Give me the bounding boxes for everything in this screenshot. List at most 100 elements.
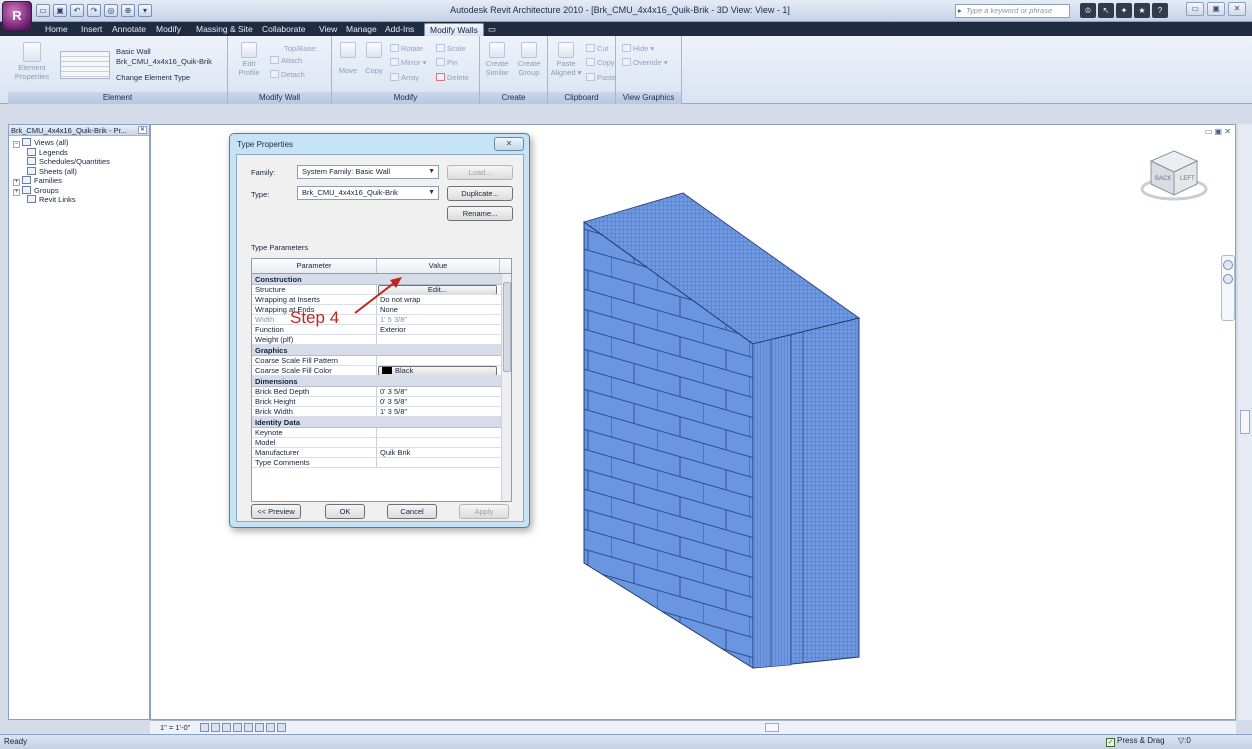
horizontal-scroll-thumb[interactable] <box>765 723 779 732</box>
tab-collaborate[interactable]: Collaborate <box>262 23 305 36</box>
parameter-value[interactable]: 0' 3 5/8" <box>377 397 499 406</box>
mirror-button[interactable]: Mirror ▾ <box>390 58 426 67</box>
tree-item[interactable]: Legends <box>13 147 149 158</box>
duplicate-button[interactable]: Duplicate... <box>447 186 513 201</box>
quick-access-button[interactable]: ▾ <box>138 4 152 17</box>
detail-level-icon[interactable] <box>200 723 209 732</box>
tab-massing-site[interactable]: Massing & Site <box>196 23 253 36</box>
grid-row[interactable]: Brick Bed Depth 0' 3 5/8" <box>252 387 511 397</box>
edit-structure-button[interactable]: Edit... <box>378 285 497 294</box>
parameter-value[interactable] <box>377 458 499 467</box>
cut-button[interactable]: Cut <box>586 44 609 53</box>
tab-manage[interactable]: Manage <box>346 23 377 36</box>
copy-button[interactable]: Copy <box>362 42 386 75</box>
scale-button[interactable]: Scale <box>436 44 466 53</box>
search-input[interactable]: ▸ Type a keyword or phrase <box>955 4 1070 18</box>
grid-section-header[interactable]: Graphics˄ <box>252 345 511 356</box>
grid-row[interactable]: Weight (plf) <box>252 335 511 345</box>
grid-scroll-thumb[interactable] <box>503 282 511 372</box>
grid-row[interactable]: Brick Width 1' 3 5/8" <box>252 407 511 417</box>
parameter-value[interactable]: None <box>377 305 499 314</box>
clipboard-paste-button[interactable]: Paste <box>586 73 616 82</box>
color-picker-button[interactable]: Black <box>378 366 497 375</box>
press-drag-toggle[interactable]: ✓ Press & Drag <box>1106 736 1165 747</box>
apply-button[interactable]: Apply <box>459 504 509 519</box>
tree-item[interactable]: Sheets (all) <box>13 166 149 177</box>
viewcube-icon[interactable]: BACK LEFT <box>1139 145 1209 205</box>
create-group-button[interactable]: Create Group <box>514 42 544 77</box>
pin-button[interactable]: Pin <box>436 58 458 67</box>
communication-icon[interactable]: ↖ <box>1098 3 1114 18</box>
reveal-hidden-icon[interactable] <box>277 723 286 732</box>
tab-view[interactable]: View <box>319 23 337 36</box>
tab-annotate[interactable]: Annotate <box>112 23 146 36</box>
grid-section-header[interactable]: Identity Data˄ <box>252 417 511 428</box>
grid-row[interactable]: Manufacturer Quik Brik <box>252 448 511 458</box>
tree-item[interactable]: Schedules/Quantities <box>13 157 149 167</box>
grid-row[interactable]: Coarse Scale Fill Pattern <box>252 356 511 366</box>
quick-access-button[interactable]: ◎ <box>104 4 118 17</box>
parameter-value[interactable]: Exterior <box>377 325 499 334</box>
quick-access-button[interactable]: ▭ <box>36 4 50 17</box>
help-icon[interactable]: ? <box>1152 3 1168 18</box>
preview-button[interactable]: << Preview <box>251 504 301 519</box>
parameter-value[interactable] <box>377 428 499 437</box>
cancel-button[interactable]: Cancel <box>387 504 437 519</box>
tree-item[interactable]: + Families <box>13 176 149 186</box>
detach-button[interactable]: Detach <box>270 70 305 79</box>
application-menu-button[interactable]: R <box>2 1 32 31</box>
quick-access-button[interactable]: ⊕ <box>121 4 135 17</box>
view-scale[interactable]: 1" = 1'-0" <box>160 723 190 732</box>
steering-wheel-icon[interactable] <box>1223 260 1233 270</box>
parameter-value[interactable]: 1' 3 5/8" <box>377 407 499 416</box>
type-selector-type[interactable]: Brk_CMU_4x4x16_Quik-Brik <box>116 57 212 66</box>
parameter-value[interactable]: 1' 5 3/8" <box>377 315 499 324</box>
restore-button[interactable]: ▣ <box>1207 2 1225 16</box>
tab-add-ins[interactable]: Add-Ins <box>385 23 414 36</box>
type-combo[interactable]: Brk_CMU_4x4x16_Quik-Brik ▼ <box>297 186 439 200</box>
parameter-value[interactable] <box>377 438 499 447</box>
zoom-icon[interactable] <box>1223 274 1233 284</box>
tab-overflow-icon[interactable]: ▭ <box>488 23 496 36</box>
rotate-button[interactable]: Rotate <box>390 44 423 53</box>
rename-button[interactable]: Rename... <box>447 206 513 221</box>
element-properties-button[interactable]: Element Properties <box>14 42 50 81</box>
grid-row[interactable]: Wrapping at Inserts Do not wrap <box>252 295 511 305</box>
tab-modify-walls[interactable]: Modify Walls <box>424 23 484 36</box>
parameter-value[interactable] <box>377 356 499 365</box>
grid-scrollbar[interactable] <box>501 274 511 501</box>
navigation-bar[interactable] <box>1221 255 1235 321</box>
star-icon[interactable]: ★ <box>1134 3 1150 18</box>
tab-modify[interactable]: Modify <box>156 23 181 36</box>
checkbox-checked-icon[interactable]: ✓ <box>1106 738 1115 747</box>
grid-row[interactable]: Coarse Scale Fill Color Black <box>252 366 511 376</box>
override-button[interactable]: Override ▾ <box>622 58 668 67</box>
quick-access-button[interactable]: ↶ <box>70 4 84 17</box>
grid-row[interactable]: Model <box>252 438 511 448</box>
grid-row[interactable]: Structure Edit... <box>252 285 511 295</box>
close-button[interactable]: ✕ <box>1228 2 1246 16</box>
family-combo[interactable]: System Family: Basic Wall ▼ <box>297 165 439 179</box>
move-button[interactable]: Move <box>336 42 360 75</box>
crop-view-icon[interactable] <box>244 723 253 732</box>
selection-filter[interactable]: ▽:0 <box>1178 736 1191 745</box>
crop-region-icon[interactable] <box>255 723 264 732</box>
grid-section-header[interactable]: Construction˄ <box>252 274 511 285</box>
hide-button[interactable]: Hide ▾ <box>622 44 654 53</box>
ok-button[interactable]: OK <box>325 504 365 519</box>
quick-access-button[interactable]: ↷ <box>87 4 101 17</box>
parameter-value[interactable]: Black <box>377 366 499 375</box>
temporary-hide-icon[interactable] <box>266 723 275 732</box>
subscription-icon[interactable]: ♔ <box>1080 3 1096 18</box>
parameter-value[interactable] <box>377 335 499 344</box>
shadows-icon[interactable] <box>233 723 242 732</box>
vertical-scroll-thumb[interactable] <box>1240 410 1250 434</box>
minimize-button[interactable]: ▭ <box>1186 2 1204 16</box>
grid-row[interactable]: Brick Height 0' 3 5/8" <box>252 397 511 407</box>
edit-profile-button[interactable]: Edit Profile <box>236 42 262 77</box>
close-icon[interactable]: ✕ <box>138 126 147 134</box>
sun-path-icon[interactable] <box>222 723 231 732</box>
dialog-close-button[interactable]: ✕ <box>494 137 524 151</box>
paste-aligned-button[interactable]: Paste Aligned ▾ <box>550 42 582 77</box>
array-button[interactable]: Array <box>390 73 419 82</box>
